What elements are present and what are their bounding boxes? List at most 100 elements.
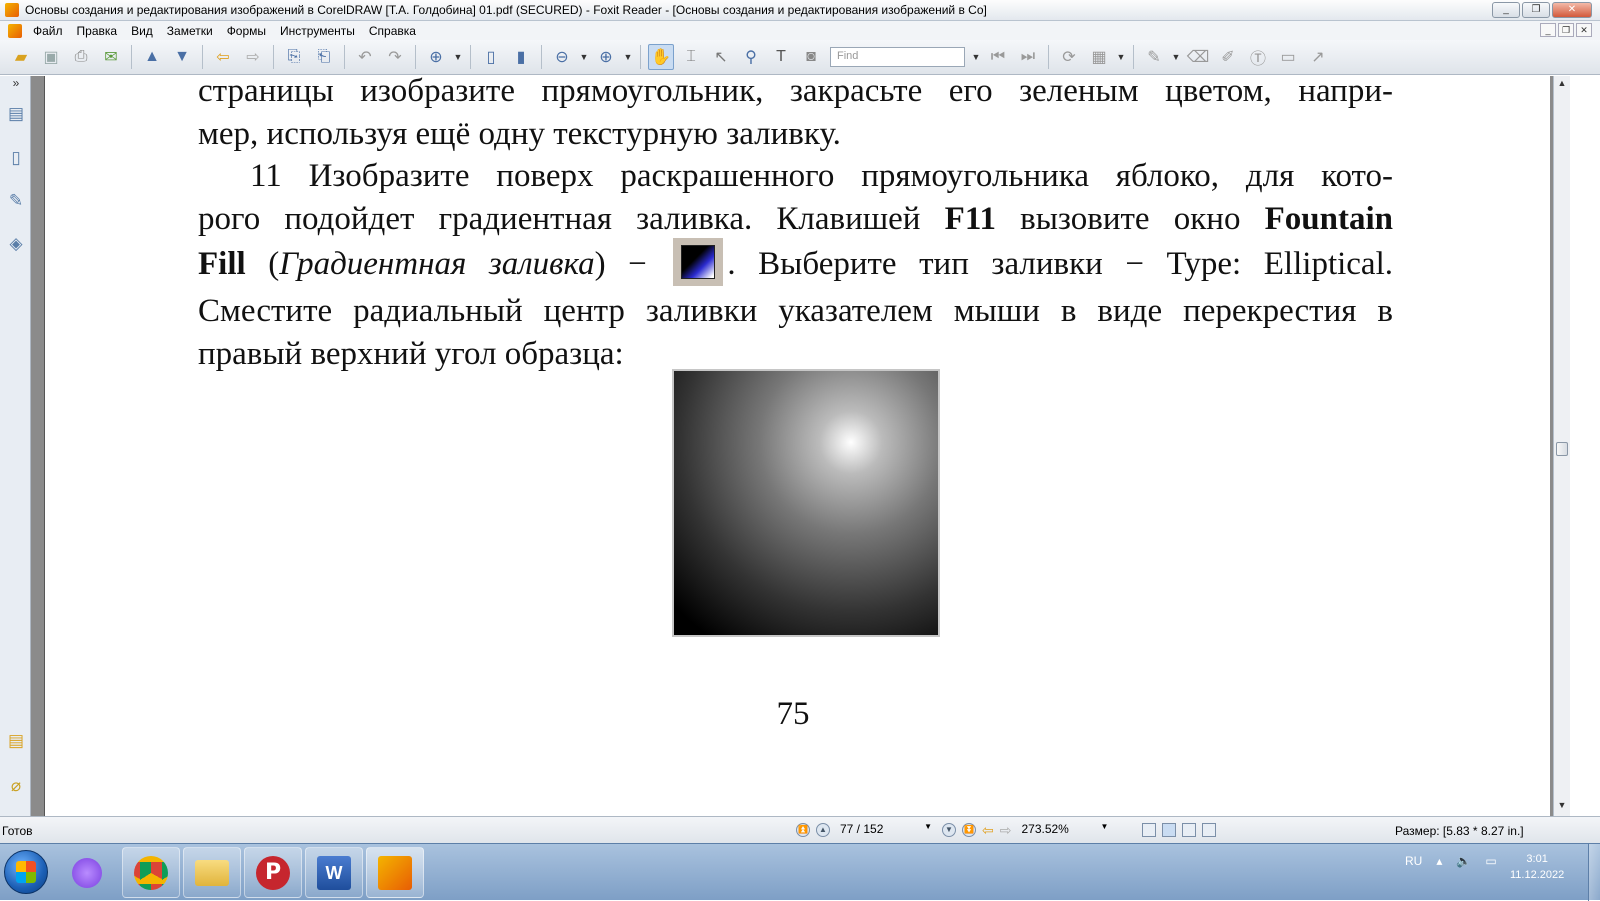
extract-page-icon[interactable]: ⎘	[281, 44, 307, 70]
chevron-down-icon[interactable]: ▼	[1101, 822, 1109, 838]
close-button[interactable]: ✕	[1552, 2, 1592, 18]
hand-tool-icon[interactable]: ✋	[648, 44, 674, 70]
text-segment: ) −	[594, 246, 670, 282]
chevron-down-icon[interactable]: ▼	[579, 44, 589, 70]
note-icon[interactable]: ✐	[1215, 44, 1241, 70]
zoom-out-icon[interactable]: ⊖	[549, 44, 575, 70]
chrome-taskbar-button[interactable]	[122, 847, 180, 898]
open-icon[interactable]: ▰	[8, 44, 34, 70]
psiphon-taskbar-button[interactable]: P	[244, 847, 302, 898]
scrollbar-thumb[interactable]	[1556, 442, 1568, 456]
menu-edit[interactable]: Правка	[71, 24, 126, 38]
collapse-panel-icon[interactable]: »	[6, 76, 26, 98]
zoom-in-icon[interactable]: ⊕	[593, 44, 619, 70]
chevron-down-icon[interactable]: ▼	[924, 822, 932, 838]
document-viewport[interactable]: страницы изобразите прямоугольник, закра…	[31, 73, 1553, 816]
rotate-icon[interactable]: ⟳	[1056, 44, 1082, 70]
fit-width-icon[interactable]: ▮	[508, 44, 534, 70]
chevron-down-icon[interactable]: ▼	[1116, 44, 1126, 70]
grid-icon[interactable]: ▦	[1086, 44, 1112, 70]
scroll-down-icon[interactable]: ▼	[1556, 800, 1568, 812]
pencil-icon[interactable]: ✎	[1141, 44, 1167, 70]
last-page-icon[interactable]: ⏬	[962, 823, 976, 837]
menu-forms[interactable]: Формы	[221, 24, 274, 38]
comment-icon[interactable]: ▭	[1275, 44, 1301, 70]
show-hidden-icons-icon[interactable]: ▴	[1436, 854, 1442, 868]
insert-page-icon[interactable]: ⎗	[311, 44, 337, 70]
zoom-value: 273.52%	[1021, 822, 1069, 836]
alice-assistant-button[interactable]	[58, 847, 116, 898]
find-previous-icon[interactable]: ⏮	[985, 44, 1011, 70]
facing-icon[interactable]	[1182, 823, 1197, 837]
find-icon[interactable]: ⚲	[738, 44, 764, 70]
language-indicator[interactable]: RU	[1405, 854, 1422, 868]
start-button[interactable]	[4, 850, 48, 894]
back-status-icon[interactable]: ⇦	[982, 822, 994, 839]
snapshot-icon[interactable]: ◙	[798, 44, 824, 70]
vertical-scrollbar[interactable]: ▲ ▼	[1553, 76, 1570, 816]
zoom-in-tool-icon[interactable]: ⊕	[423, 44, 449, 70]
find-input[interactable]: Find	[830, 47, 965, 67]
menu-comments[interactable]: Заметки	[161, 24, 221, 38]
doc-restore-button[interactable]: ❐	[1558, 23, 1574, 37]
pages-icon[interactable]: ▯	[6, 148, 26, 170]
chevron-down-icon[interactable]: ▼	[1171, 44, 1181, 70]
back-icon[interactable]: ⇦	[210, 44, 236, 70]
prev-page-icon[interactable]: ▲	[816, 823, 830, 837]
eraser-icon[interactable]: ⌫	[1185, 44, 1211, 70]
next-page-icon[interactable]: ▼	[169, 44, 195, 70]
next-page-status-icon[interactable]: ▼	[942, 823, 956, 837]
redo-icon[interactable]: ↷	[382, 44, 408, 70]
forward-icon[interactable]: ⇨	[240, 44, 266, 70]
menu-view[interactable]: Вид	[125, 24, 161, 38]
minimize-button[interactable]: _	[1492, 2, 1520, 18]
continuous-icon[interactable]	[1162, 823, 1177, 837]
foxit-app-icon[interactable]	[5, 3, 19, 17]
show-desktop-button[interactable]	[1588, 844, 1600, 901]
menu-tools[interactable]: Инструменты	[274, 24, 363, 38]
alice-icon	[72, 857, 102, 888]
toolbar-separator	[131, 45, 132, 69]
select-annotation-icon[interactable]: ↖	[708, 44, 734, 70]
doc-close-button[interactable]: ✕	[1576, 23, 1592, 37]
restore-button[interactable]: ❐	[1522, 2, 1550, 18]
zoom-level-select[interactable]: 273.52% ▼	[1017, 821, 1112, 839]
find-next-icon[interactable]: ⏭	[1015, 44, 1041, 70]
menu-file[interactable]: Файл	[27, 24, 71, 38]
bookmarks-icon[interactable]: ▤	[6, 104, 26, 126]
clock[interactable]: 3:01 11.12.2022	[1510, 851, 1564, 883]
annotations-icon[interactable]: ✎	[6, 191, 26, 213]
chevron-down-icon[interactable]: ▼	[623, 44, 633, 70]
document-menu-icon[interactable]	[8, 23, 22, 38]
explorer-taskbar-button[interactable]	[183, 847, 241, 898]
network-icon[interactable]: ▭	[1485, 854, 1496, 868]
foxit-taskbar-button[interactable]	[366, 847, 424, 898]
print-icon[interactable]: ⎙	[68, 44, 94, 70]
first-page-icon[interactable]: ⏫	[796, 823, 810, 837]
doc-minimize-button[interactable]: _	[1540, 23, 1556, 37]
scroll-up-icon[interactable]: ▲	[1556, 78, 1568, 90]
single-page-icon[interactable]	[1142, 823, 1157, 837]
typewriter-icon[interactable]: Ⓣ	[1245, 44, 1271, 70]
layers-icon[interactable]: ◈	[6, 234, 26, 256]
chevron-down-icon[interactable]: ▼	[453, 44, 463, 70]
text-segment: вызовите окно	[996, 201, 1265, 237]
menu-help[interactable]: Справка	[363, 24, 424, 38]
text-line: Сместите радиальный центр заливки указат…	[198, 293, 1393, 330]
chevron-down-icon[interactable]: ▼	[971, 44, 981, 70]
email-icon[interactable]: ✉	[98, 44, 124, 70]
forward-status-icon[interactable]: ⇨	[1000, 822, 1012, 839]
word-taskbar-button[interactable]: W	[305, 847, 363, 898]
previous-page-icon[interactable]: ▲	[139, 44, 165, 70]
text-viewer-icon[interactable]: T	[768, 44, 794, 70]
continuous-facing-icon[interactable]	[1202, 823, 1217, 837]
select-text-icon[interactable]: ⌶	[678, 44, 704, 70]
volume-icon[interactable]: 🔈	[1456, 854, 1471, 868]
attachments-icon[interactable]: ⌀	[6, 776, 26, 798]
save-icon[interactable]: ▣	[38, 44, 64, 70]
comments-list-icon[interactable]: ▤	[6, 731, 26, 753]
undo-icon[interactable]: ↶	[352, 44, 378, 70]
arrow-tool-icon[interactable]: ↗	[1305, 44, 1331, 70]
page-number-input[interactable]: 77 / 152 ▼	[836, 821, 936, 839]
fit-page-icon[interactable]: ▯	[478, 44, 504, 70]
